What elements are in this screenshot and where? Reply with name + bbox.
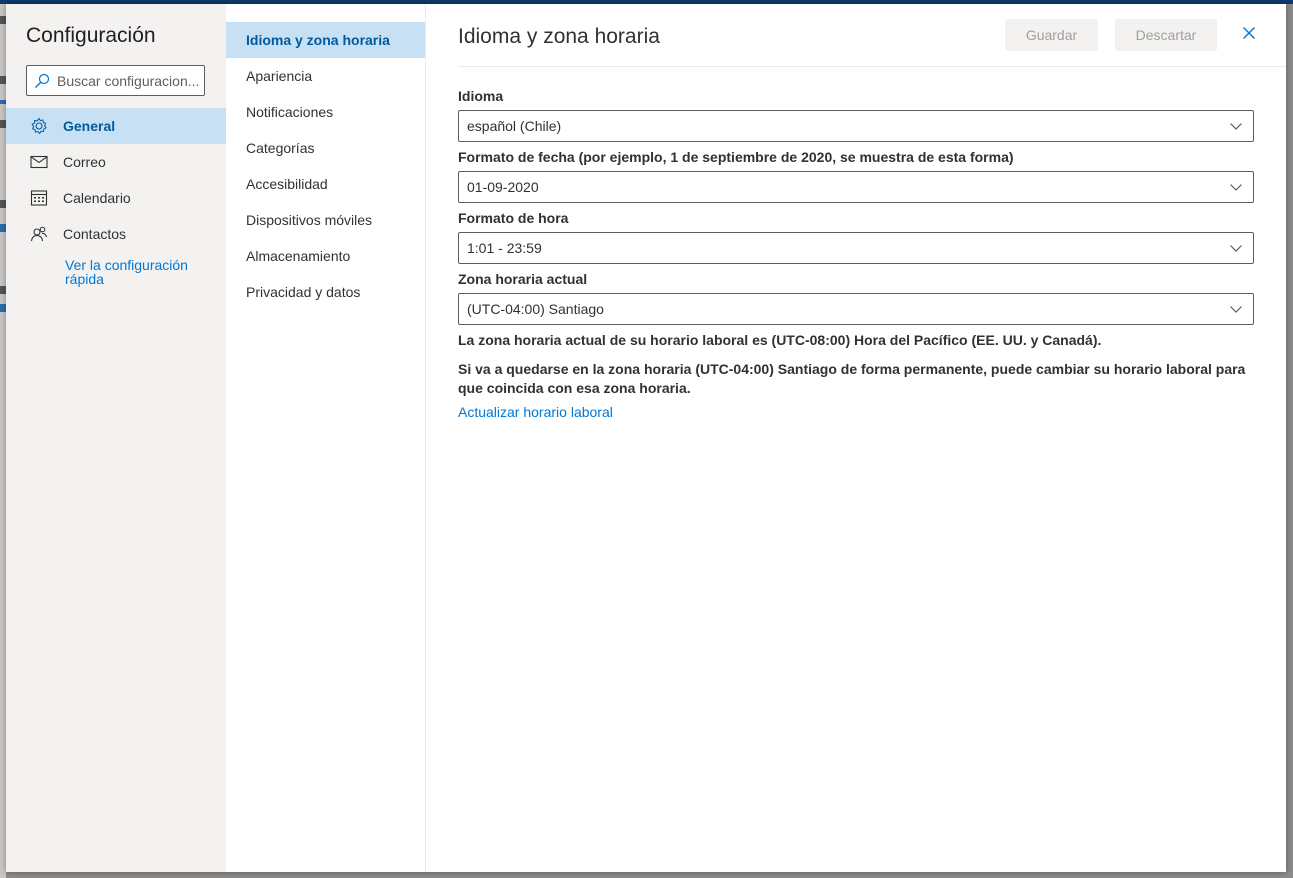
date-format-label: Formato de fecha (por ejemplo, 1 de sept… [458,149,1014,165]
change-timezone-info: Si va a quedarse en la zona horaria (UTC… [458,361,1246,396]
subcategory-nav: Idioma y zona horaria Apariencia Notific… [226,22,425,310]
nav-item-label: Correo [63,154,106,170]
subnav-item-mobile-devices[interactable]: Dispositivos móviles [226,202,425,238]
language-label: Idioma [458,88,504,104]
close-icon [1242,26,1256,45]
date-format-dropdown[interactable]: 01-09-2020 [458,171,1254,203]
settings-detail-pane: Idioma y zona horaria Guardar Descartar … [426,4,1286,872]
gear-icon [30,117,48,135]
chevron-down-icon [1230,184,1242,191]
header-divider [458,66,1286,67]
page-title: Idioma y zona horaria [458,25,660,48]
nav-item-label: Contactos [63,226,127,242]
language-value: español (Chile) [467,118,562,134]
subnav-item-language-timezone[interactable]: Idioma y zona horaria [226,22,425,58]
subnav-item-categories[interactable]: Categorías [226,130,425,166]
subnav-item-notifications[interactable]: Notificaciones [226,94,425,130]
time-format-label: Formato de hora [458,210,569,226]
nav-item-contacts[interactable]: Contactos [6,216,226,252]
subnav-item-accessibility[interactable]: Accesibilidad [226,166,425,202]
settings-category-pane: Configuración General [6,4,226,872]
current-timezone-info: La zona horaria actual de su horario lab… [458,332,1102,348]
discard-button[interactable]: Descartar [1115,19,1217,51]
save-button[interactable]: Guardar [1005,19,1098,51]
search-icon [27,66,57,95]
language-dropdown[interactable]: español (Chile) [458,110,1254,142]
calendar-icon [30,189,48,207]
category-nav: General Correo Calendario Contactos [6,108,226,252]
nav-item-label: Calendario [63,190,131,206]
timezone-dropdown[interactable]: (UTC-04:00) Santiago [458,293,1254,325]
subnav-item-appearance[interactable]: Apariencia [226,58,425,94]
settings-dialog: Configuración General [6,4,1286,872]
time-format-dropdown[interactable]: 1:01 - 23:59 [458,232,1254,264]
settings-search-box[interactable] [26,65,205,96]
close-button[interactable] [1239,25,1259,45]
settings-search-input[interactable] [57,72,203,89]
subnav-item-privacy[interactable]: Privacidad y datos [226,274,425,310]
mail-icon [30,153,48,171]
update-working-hours-link[interactable]: Actualizar horario laboral [458,404,613,420]
settings-subcategory-pane: Idioma y zona horaria Apariencia Notific… [226,4,426,872]
quick-settings-link[interactable]: Ver la configuración rápida [65,258,215,286]
time-format-value: 1:01 - 23:59 [467,240,542,256]
people-icon [30,225,48,243]
timezone-value: (UTC-04:00) Santiago [467,301,604,317]
chevron-down-icon [1230,306,1242,313]
nav-item-general[interactable]: General [6,108,226,144]
chevron-down-icon [1230,245,1242,252]
subnav-item-storage[interactable]: Almacenamiento [226,238,425,274]
timezone-label: Zona horaria actual [458,271,588,287]
nav-item-mail[interactable]: Correo [6,144,226,180]
nav-item-label: General [63,118,116,134]
nav-item-calendar[interactable]: Calendario [6,180,226,216]
settings-title: Configuración [26,24,156,47]
chevron-down-icon [1230,123,1242,130]
date-format-value: 01-09-2020 [467,179,539,195]
